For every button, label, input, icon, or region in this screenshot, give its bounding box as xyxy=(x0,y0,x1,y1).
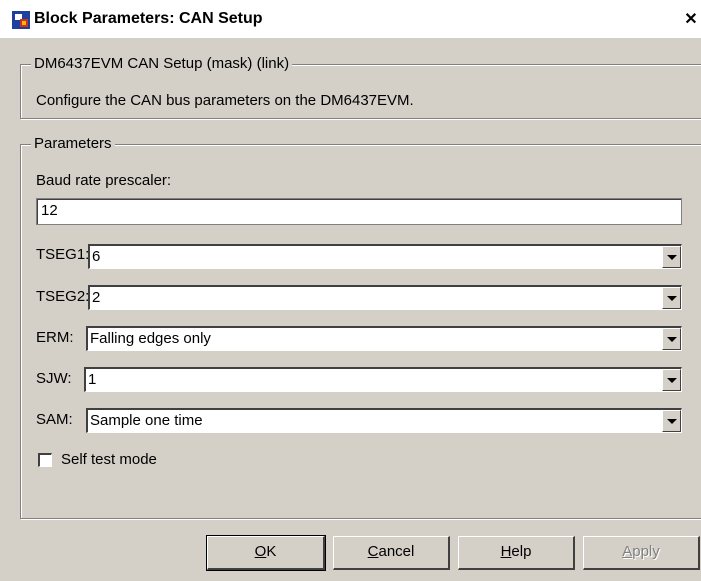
sjw-value: 1 xyxy=(88,371,97,388)
tseg2-label: TSEG2: xyxy=(36,288,90,305)
help-button[interactable]: Help xyxy=(458,536,575,570)
chevron-down-icon[interactable] xyxy=(662,369,681,391)
baud-rate-label: Baud rate prescaler: xyxy=(36,172,172,189)
chevron-down-icon[interactable] xyxy=(662,246,681,268)
parameters-legend: Parameters xyxy=(31,135,115,153)
simulink-block-icon xyxy=(12,11,30,29)
mask-description: Configure the CAN bus parameters on the … xyxy=(36,92,414,109)
apply-button[interactable]: Apply xyxy=(583,536,700,570)
close-icon[interactable]: ✕ xyxy=(682,11,700,29)
baud-rate-input[interactable]: 12 xyxy=(36,198,682,225)
mask-legend: DM6437EVM CAN Setup (mask) (link) xyxy=(31,55,293,73)
self-test-label: Self test mode xyxy=(61,451,157,468)
tseg1-label: TSEG1: xyxy=(36,246,90,263)
sjw-dropdown[interactable]: 1 xyxy=(84,367,682,392)
erm-value: Falling edges only xyxy=(90,330,211,347)
sam-value: Sample one time xyxy=(90,412,203,429)
sjw-label: SJW: xyxy=(36,370,72,387)
erm-label: ERM: xyxy=(36,329,74,346)
title-bar: Block Parameters: CAN Setup ✕ xyxy=(0,0,701,38)
tseg2-value: 2 xyxy=(92,289,101,306)
sam-dropdown[interactable]: Sample one time xyxy=(86,408,682,433)
window-title: Block Parameters: CAN Setup xyxy=(34,10,263,27)
chevron-down-icon[interactable] xyxy=(662,287,681,309)
chevron-down-icon[interactable] xyxy=(662,328,681,350)
chevron-down-icon[interactable] xyxy=(662,410,681,432)
tseg1-value: 6 xyxy=(92,248,101,265)
ok-button[interactable]: OK xyxy=(206,535,326,571)
cancel-button[interactable]: Cancel xyxy=(333,536,450,570)
sam-label: SAM: xyxy=(36,411,73,428)
self-test-checkbox[interactable] xyxy=(38,453,52,467)
tseg2-dropdown[interactable]: 2 xyxy=(88,285,682,310)
block-parameters-dialog: Block Parameters: CAN Setup ✕ DM6437EVM … xyxy=(0,0,701,581)
erm-dropdown[interactable]: Falling edges only xyxy=(86,326,682,351)
tseg1-dropdown[interactable]: 6 xyxy=(88,244,682,269)
